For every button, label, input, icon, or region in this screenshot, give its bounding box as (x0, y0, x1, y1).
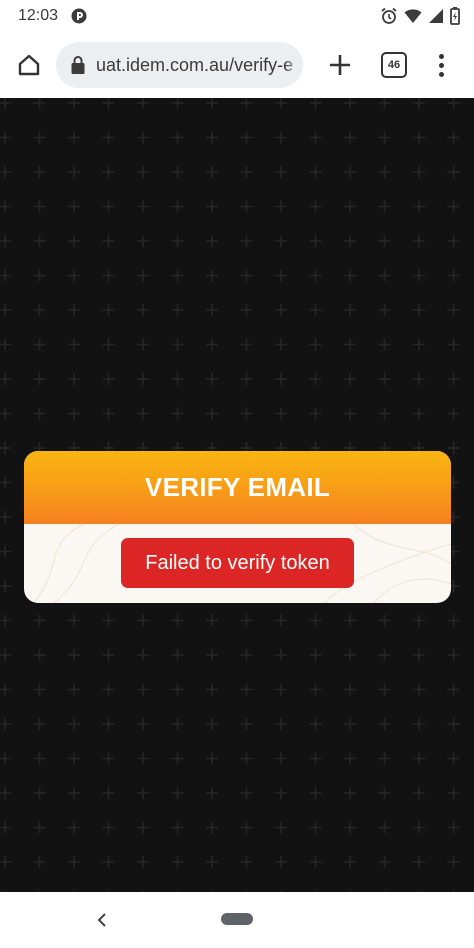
wifi-icon (404, 9, 422, 23)
home-pill[interactable] (221, 913, 253, 925)
browser-toolbar: uat.idem.com.au/verify-e 46 (0, 34, 474, 98)
menu-dot (438, 62, 444, 68)
page-content: VERIFY EMAIL Failed to verify token (0, 98, 474, 892)
overflow-menu-button[interactable] (428, 48, 454, 82)
battery-icon (450, 7, 460, 25)
card-title: VERIFY EMAIL (144, 472, 331, 502)
status-time: 12:03 (18, 7, 59, 24)
verify-email-card: VERIFY EMAIL Failed to verify token (24, 451, 451, 603)
signal-icon (429, 9, 443, 23)
system-nav-bar (0, 892, 474, 948)
card-body: Failed to verify token (24, 524, 451, 603)
error-message: Failed to verify token (121, 538, 354, 588)
menu-dot (438, 53, 444, 59)
home-icon (18, 54, 40, 76)
card-header: VERIFY EMAIL (24, 451, 451, 524)
home-button[interactable] (12, 48, 46, 82)
tab-count: 46 (387, 59, 401, 71)
status-bar: 12:03 (0, 0, 474, 34)
lock-icon (71, 56, 85, 74)
url-fade (285, 42, 303, 88)
app-notification-icon (71, 8, 87, 24)
error-message-text: Failed to verify token (145, 551, 330, 574)
tab-switcher-button[interactable]: 46 (381, 52, 407, 78)
plus-icon (330, 55, 350, 75)
back-icon[interactable] (92, 908, 112, 932)
url-text: uat.idem.com.au/verify-e (96, 55, 294, 75)
alarm-icon (381, 7, 397, 24)
address-bar[interactable]: uat.idem.com.au/verify-e (56, 42, 303, 88)
menu-dot (438, 71, 444, 77)
new-tab-button[interactable] (323, 48, 357, 82)
